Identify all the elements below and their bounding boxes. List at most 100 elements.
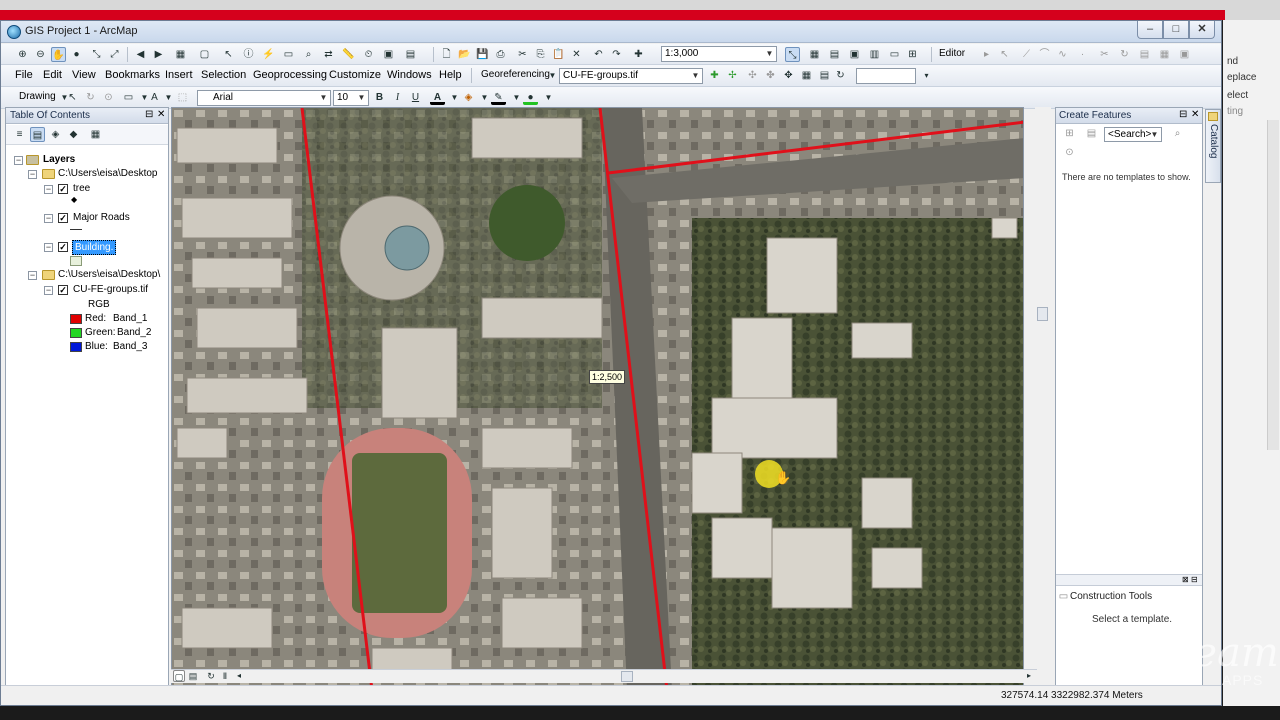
control-point-icon[interactable]: ✢ [725, 68, 740, 83]
cut-icon[interactable]: ✂ [515, 47, 530, 62]
zoom-in-icon[interactable]: ⊕ [15, 47, 30, 62]
search-window-icon[interactable]: ▣ [847, 47, 862, 62]
new-document-icon[interactable]: 🗋 [439, 47, 454, 62]
collapse-toggle[interactable]: − [28, 170, 37, 179]
select-elements-icon[interactable]: ↖ [65, 90, 80, 105]
close-button[interactable]: ✕ [1189, 21, 1215, 39]
select-link-icon[interactable]: ✣ [745, 68, 760, 83]
line-color-icon[interactable]: ✎ [491, 90, 506, 105]
straight-segment-icon[interactable]: ⟋ [1019, 47, 1034, 62]
rotate-icon[interactable]: ↻ [83, 90, 98, 105]
layer-visibility-checkbox[interactable]: ✓ [58, 184, 68, 194]
layer-building[interactable]: Building. [72, 240, 117, 255]
split-icon[interactable]: ✂ [1097, 47, 1112, 62]
chevron-down-icon[interactable]: ▼ [541, 90, 556, 105]
create-viewer-icon[interactable]: ▣ [381, 47, 396, 62]
layers-root[interactable]: Layers [43, 154, 75, 165]
horizontal-scroll-thumb[interactable] [621, 671, 633, 682]
template-search-combo[interactable]: <Search> ▼ [1104, 127, 1162, 142]
georef-layer-combo[interactable]: CU-FE-groups.tif ▼ [559, 68, 703, 84]
search-icon[interactable]: ⌕ [1170, 126, 1185, 141]
create-features-icon[interactable]: ▣ [1177, 47, 1192, 62]
collapse-icon[interactable]: ⊠ [1182, 575, 1189, 584]
edit-annotation-icon[interactable]: ↖ [997, 47, 1012, 62]
layout-view-icon[interactable]: ▤ [187, 670, 199, 682]
source-folder-1[interactable]: C:\Users\eisa\Desktop [58, 168, 157, 179]
source-folder-2[interactable]: C:\Users\eisa\Desktop\ [58, 269, 160, 280]
minimize-button[interactable]: – [1137, 21, 1163, 39]
chevron-down-icon[interactable]: ▼ [477, 90, 492, 105]
model-builder-icon[interactable]: ⊞ [905, 47, 920, 62]
collapse-toggle[interactable]: − [14, 156, 23, 165]
layer-major-roads[interactable]: Major Roads [73, 212, 130, 223]
clear-selection-icon[interactable]: ▢ [197, 47, 212, 62]
layer-visibility-checkbox[interactable]: ✓ [58, 213, 68, 223]
find-icon[interactable]: ⌕ [301, 47, 316, 62]
time-slider-icon[interactable]: ⏲ [361, 47, 376, 62]
delete-link-icon[interactable]: ✥ [781, 68, 796, 83]
pause-drawing-icon[interactable]: Ⅱ [219, 670, 231, 682]
underline-button[interactable]: U [408, 90, 423, 105]
edit-vertices-icon[interactable]: ⬚ [175, 90, 190, 105]
print-icon[interactable]: ⎙ [493, 47, 508, 62]
zoom-to-link-icon[interactable]: ✤ [763, 68, 778, 83]
pin-icon[interactable]: ⊟ [145, 109, 153, 120]
catalog-side-tab[interactable]: Catalog [1205, 109, 1221, 183]
add-data-icon[interactable]: ✚ [631, 47, 646, 62]
font-size-combo[interactable]: 10 ▼ [333, 90, 369, 106]
maximize-button[interactable]: □ [1163, 21, 1189, 39]
menu-bookmarks[interactable]: Bookmarks [105, 69, 160, 81]
menu-edit[interactable]: Edit [43, 69, 62, 81]
close-icon[interactable]: ✕ [157, 109, 165, 120]
panel-splitter[interactable]: ⊠ ⊟ [1056, 574, 1202, 586]
menu-geoprocessing[interactable]: Geoprocessing [253, 69, 327, 81]
view-link-table-icon[interactable]: ▦ [799, 68, 814, 83]
open-folder-icon[interactable]: 📂 [457, 47, 472, 62]
layer-raster[interactable]: CU-FE-groups.tif [73, 284, 148, 295]
map-scale-combo[interactable]: 1:3,000 ▼ [661, 46, 777, 62]
table-window-icon[interactable]: ▦ [807, 47, 822, 62]
arctoolbox-icon[interactable]: ▥ [867, 47, 882, 62]
add-control-points-icon[interactable]: ✚ [707, 68, 722, 83]
fixed-zoom-out-icon[interactable]: ⤢ [107, 47, 122, 62]
font-combo[interactable]: Arial ▼ [197, 90, 331, 106]
copy-icon[interactable]: ⎘ [533, 47, 548, 62]
fixed-zoom-in-icon[interactable]: ⤡ [89, 47, 104, 62]
undo-icon[interactable]: ↶ [591, 47, 606, 62]
list-by-source-icon[interactable]: ▤ [30, 127, 45, 142]
point-icon[interactable]: · [1075, 47, 1090, 62]
menu-insert[interactable]: Insert [165, 69, 193, 81]
save-icon[interactable]: 💾 [475, 47, 490, 62]
back-arrow-icon[interactable]: ◀ [133, 47, 148, 62]
marker-color-icon[interactable]: ● [523, 90, 538, 105]
templates-view-icon[interactable]: ▤ [1084, 126, 1099, 141]
font-color-button[interactable]: A [430, 90, 445, 105]
catalog-window-icon[interactable]: ▤ [827, 47, 842, 62]
pan-hand-icon[interactable]: ✋ [51, 47, 66, 62]
template-properties-icon[interactable]: ⊙ [1062, 145, 1077, 160]
data-view-icon[interactable]: ▢ [173, 670, 185, 682]
pin-icon[interactable]: ⊟ [1179, 109, 1187, 120]
rotate-dropdown-icon[interactable]: ↻ [833, 68, 848, 83]
redo-icon[interactable]: ↷ [609, 47, 624, 62]
scroll-right-icon[interactable]: ▸ [1023, 670, 1035, 682]
select-features-icon[interactable]: ▦ [173, 47, 188, 62]
expand-icon[interactable]: ⊟ [1191, 575, 1198, 584]
python-window-icon[interactable]: ▭ [887, 47, 902, 62]
editor-toolbar-icon[interactable]: ⤡ [785, 47, 800, 62]
map-vertical-scrollbar[interactable] [1035, 107, 1051, 689]
menu-windows[interactable]: Windows [387, 69, 432, 81]
zoom-to-selected-icon[interactable]: ⊙ [101, 90, 116, 105]
zoom-out-icon[interactable]: ⊖ [33, 47, 48, 62]
list-by-visibility-icon[interactable]: ◈ [48, 127, 63, 142]
layer-visibility-checkbox[interactable]: ✓ [58, 285, 68, 295]
edit-tool-icon[interactable]: ▸ [979, 47, 994, 62]
georeferencing-menu[interactable]: Georeferencing [481, 69, 550, 80]
chevron-down-icon[interactable]: ▼ [161, 90, 176, 105]
rotate-icon[interactable]: ↻ [1117, 47, 1132, 62]
select-elements-icon[interactable]: ↖ [221, 47, 236, 62]
sketch-properties-icon[interactable]: ▦ [1157, 47, 1172, 62]
find-route-icon[interactable]: ⇄ [321, 47, 336, 62]
menu-file[interactable]: File [15, 69, 33, 81]
bold-button[interactable]: B [372, 90, 387, 105]
